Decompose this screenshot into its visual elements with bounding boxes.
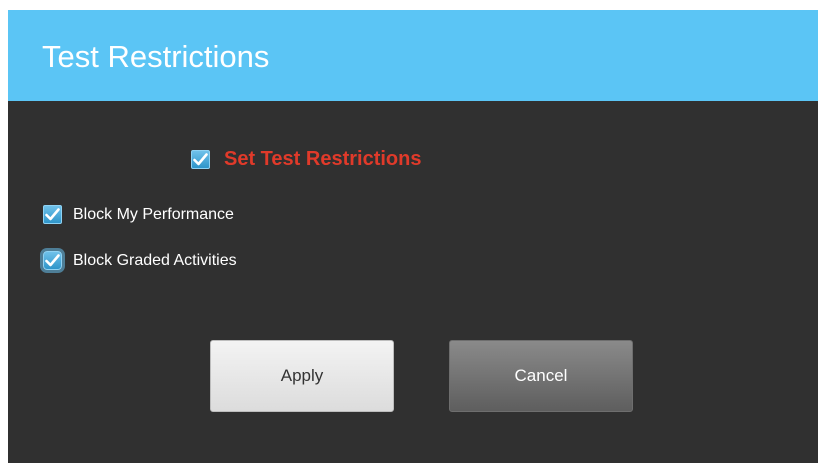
- checkmark-icon[interactable]: [43, 205, 62, 224]
- block-my-performance-checkbox[interactable]: Block My Performance: [43, 205, 234, 224]
- set-test-restrictions-checkbox[interactable]: Set Test Restrictions: [191, 148, 421, 171]
- block-my-performance-label: Block My Performance: [73, 205, 234, 223]
- checkmark-icon[interactable]: [191, 150, 210, 169]
- block-graded-activities-label: Block Graded Activities: [73, 251, 237, 269]
- set-test-restrictions-label: Set Test Restrictions: [224, 148, 422, 170]
- dialog-title: Test Restrictions: [42, 39, 270, 74]
- apply-button[interactable]: Apply: [210, 340, 394, 412]
- checkmark-icon[interactable]: [43, 251, 62, 270]
- dialog-header: Test Restrictions: [8, 10, 818, 101]
- block-graded-activities-checkbox[interactable]: Block Graded Activities: [43, 251, 237, 270]
- test-restrictions-dialog: Test Restrictions Set Test Restrictions …: [8, 10, 818, 463]
- cancel-button[interactable]: Cancel: [449, 340, 633, 412]
